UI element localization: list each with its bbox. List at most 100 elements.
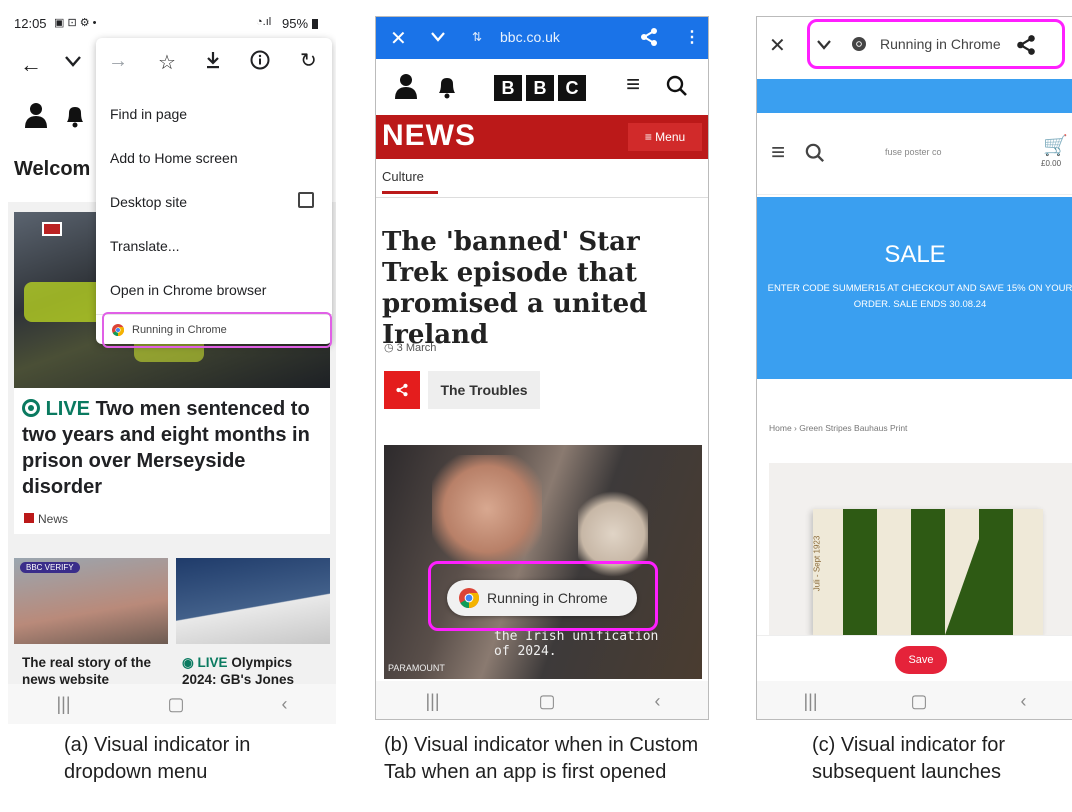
notification-bell-icon[interactable] [436, 75, 458, 99]
indicator-highlight-box: Running in Chrome [807, 19, 1065, 69]
figure: 12:05 ▣ ⊡ ⚙ • ◔.ıl 95% ← Welcom LIVE Two… [0, 0, 1072, 812]
hamburger-icon[interactable]: ≡ [771, 139, 785, 167]
news-bar: NEWS ≡ Menu [376, 115, 708, 159]
panel-b-phone: ✕ ⇅ bbc.co.uk ⋮ B B C ≡ NEWS ≡ Menu Cult… [375, 16, 709, 720]
more-vert-icon[interactable]: ⋮ [684, 27, 700, 47]
poster-stripe-3 [979, 509, 1013, 635]
bauhaus-poster: Juli - Sept 1923 [813, 509, 1043, 635]
back-icon[interactable]: ‹ [282, 694, 288, 715]
status-time: 12:05 [14, 16, 47, 31]
home-icon[interactable]: ▢ [911, 691, 928, 712]
chrome-logo-icon [852, 37, 866, 51]
panel-a-phone: 12:05 ▣ ⊡ ⚙ • ◔.ıl 95% ← Welcom LIVE Two… [8, 8, 336, 724]
bald-head [432, 455, 542, 575]
verify-photo[interactable]: BBC VERIFY [14, 558, 168, 644]
site-settings-icon[interactable]: ⇅ [472, 30, 482, 44]
news-source-icon [24, 513, 34, 523]
running-in-chrome-label: Running in Chrome [132, 324, 227, 336]
chevron-down-icon[interactable] [430, 31, 446, 43]
verify-badge: BBC VERIFY [20, 562, 80, 573]
share-red-button[interactable] [384, 371, 420, 409]
sale-banner[interactable]: SALE ENTER CODE SUMMER15 AT CHECKOUT AND… [757, 197, 1072, 379]
save-bar: Save [757, 635, 1072, 683]
breadcrumb[interactable]: Home › Green Stripes Bauhaus Print [769, 423, 907, 433]
reload-icon[interactable]: ↻ [300, 48, 317, 73]
menu-add-to-home[interactable]: Add to Home screen [110, 150, 238, 166]
back-icon[interactable]: ‹ [1021, 691, 1027, 712]
live-label: LIVE [45, 398, 91, 420]
headline-card[interactable]: LIVE Two men sentenced to two years and … [14, 388, 330, 534]
battery-icon [312, 19, 318, 29]
account-icon[interactable] [24, 102, 48, 128]
tag-the-troubles[interactable]: The Troubles [428, 371, 540, 409]
wifi-signal-icon: ◔.ıl [256, 16, 272, 28]
home-icon[interactable]: ▢ [539, 691, 556, 712]
recents-icon[interactable]: ||| [56, 694, 70, 715]
share-icon[interactable] [640, 27, 658, 47]
menu-desktop-site[interactable]: Desktop site [110, 194, 187, 210]
section-culture[interactable]: Culture [382, 169, 424, 184]
poster-text: Juli - Sept 1923 [813, 535, 822, 592]
page-heading: Welcom [14, 158, 91, 180]
running-in-chrome-label: Running in Chrome [487, 590, 608, 606]
desktop-site-checkbox[interactable] [298, 192, 314, 208]
recents-icon[interactable]: ||| [803, 691, 817, 712]
card2-title[interactable]: ◉ LIVE Olympics 2024: GB's Jones [182, 654, 330, 688]
search-icon[interactable] [666, 75, 688, 97]
forward-arrow-icon[interactable]: → [108, 50, 128, 73]
status-notification-icons: ▣ ⊡ ⚙ • [54, 17, 97, 29]
section-underline [382, 191, 438, 194]
account-icon[interactable] [394, 73, 418, 99]
running-in-chrome-label: Running in Chrome [880, 36, 1001, 52]
chrome-logo-icon [459, 588, 479, 608]
back-icon[interactable]: ‹ [655, 691, 661, 712]
olympics-photo[interactable] [176, 558, 330, 644]
close-icon[interactable]: ✕ [769, 33, 786, 58]
caption-a: (a) Visual indicator in dropdown menu [64, 734, 251, 783]
poster-stripe-1 [843, 509, 877, 635]
indicator-highlight-box: Running in Chrome [102, 312, 332, 348]
bbc-header: B B C ≡ [376, 59, 708, 115]
product-image[interactable]: Juli - Sept 1923 [769, 463, 1072, 635]
recents-icon[interactable]: ||| [425, 691, 439, 712]
running-in-chrome-pill: Running in Chrome [447, 580, 637, 616]
bbc-logo[interactable]: B B C [494, 75, 586, 101]
home-icon[interactable]: ▢ [168, 694, 185, 715]
chevron-down-icon[interactable] [816, 39, 832, 51]
caption-c: (c) Visual indicator for subsequent laun… [812, 734, 1006, 783]
back-arrow-icon[interactable]: ← [20, 52, 42, 78]
cart-icon[interactable]: 🛒 [1043, 133, 1068, 158]
caption-b: (b) Visual indicator when in Custom Tab … [384, 734, 699, 783]
chrome-dropdown-menu: → ☆ ↻ Find in page Add to Home screen De… [96, 38, 332, 348]
search-icon[interactable] [805, 143, 825, 163]
notification-bell-icon[interactable] [64, 104, 86, 128]
promo-bar [757, 79, 1072, 113]
sale-text: ENTER CODE SUMMER15 AT CHECKOUT AND SAVE… [767, 283, 1072, 310]
article-headline: The 'banned' Star Trek episode that prom… [382, 227, 648, 350]
close-icon[interactable]: ✕ [390, 26, 407, 51]
menu-translate[interactable]: Translate... [110, 238, 180, 254]
menu-find-in-page[interactable]: Find in page [110, 106, 187, 122]
android-nav-bar: ||| ▢ ‹ [376, 681, 708, 719]
panel-c-phone: ✕ Running in Chrome ≡ fuse poster co 🛒 £… [756, 16, 1072, 720]
chevron-down-icon[interactable] [64, 54, 82, 68]
site-name[interactable]: fuse poster co [885, 147, 942, 157]
indicator-highlight-box: Running in Chrome [428, 561, 658, 631]
star-icon[interactable]: ☆ [158, 50, 176, 75]
hamburger-icon[interactable]: ≡ [626, 71, 640, 99]
flag [42, 222, 62, 236]
source-label: News [38, 512, 69, 526]
menu-open-in-chrome[interactable]: Open in Chrome browser [110, 282, 266, 298]
live-dot-icon [22, 399, 40, 417]
info-icon[interactable] [250, 50, 270, 70]
url-text[interactable]: bbc.co.uk [500, 29, 560, 45]
subtitle-text: the Irish unification of 2024. [494, 629, 659, 659]
share-icon[interactable] [1016, 34, 1036, 56]
download-icon[interactable] [204, 50, 222, 70]
save-button[interactable]: Save [895, 646, 947, 674]
news-menu-button[interactable]: ≡ Menu [628, 123, 702, 151]
chrome-logo-icon [112, 324, 124, 336]
article-date: ◷ 3 March [384, 342, 437, 354]
card1-title[interactable]: The real story of the news website [22, 654, 166, 688]
shop-header: ≡ fuse poster co 🛒 £0.00 [757, 113, 1072, 195]
